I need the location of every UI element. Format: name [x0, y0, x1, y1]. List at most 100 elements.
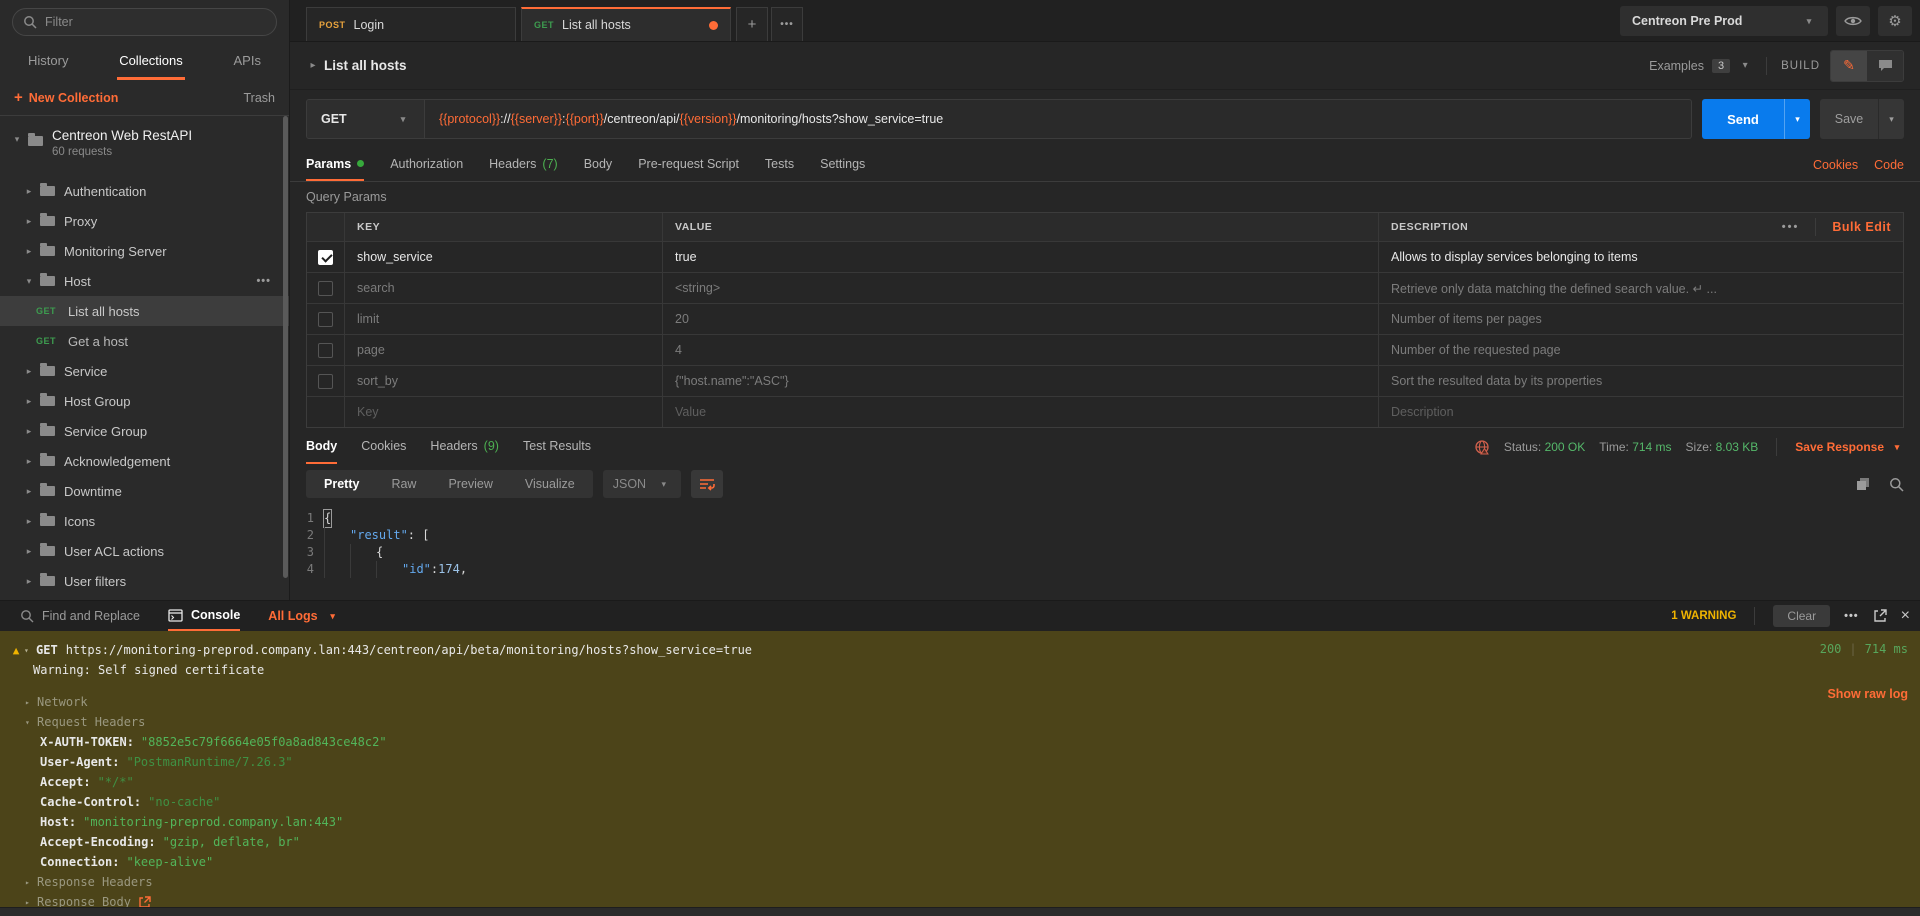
response-tab-body[interactable]: Body	[306, 430, 337, 464]
close-console-button[interactable]: ×	[1901, 607, 1910, 625]
sidebar-scrollbar[interactable]	[283, 116, 288, 578]
collapse-caret-icon[interactable]: ▸	[306, 60, 320, 71]
trash-button[interactable]: Trash	[244, 91, 276, 105]
param-checkbox[interactable]	[318, 281, 333, 296]
param-value-cell[interactable]: {"host.name":"ASC"}	[663, 366, 1379, 396]
caret-icon[interactable]: ▸	[22, 426, 36, 437]
examples-dropdown[interactable]: Examples 3 ▾	[1649, 59, 1752, 73]
save-button[interactable]: Save	[1820, 99, 1878, 139]
bulk-edit-button[interactable]: Bulk Edit	[1832, 220, 1891, 234]
caret-icon[interactable]: ▸	[22, 246, 36, 257]
environment-selector[interactable]: Centreon Pre Prod ▾	[1620, 6, 1828, 36]
caret-icon[interactable]: ▸	[25, 898, 37, 907]
save-dropdown[interactable]: ▾	[1878, 99, 1904, 139]
sidebar-item-get-a-host[interactable]: GETGet a host	[0, 326, 289, 356]
sidebar-tab-history[interactable]: History	[26, 44, 70, 80]
sidebar-item-icons[interactable]: ▸Icons	[0, 506, 289, 536]
param-value-cell[interactable]: 4	[663, 335, 1379, 365]
tab-settings[interactable]: Settings	[820, 148, 865, 181]
param-description-cell[interactable]: Number of the requested page	[1379, 335, 1903, 365]
tab-headers[interactable]: Headers(7)	[489, 148, 558, 181]
url-input[interactable]: {{protocol}}://{{server}}:{{port}}/centr…	[425, 100, 1691, 138]
format-selector[interactable]: JSON ▾	[603, 470, 681, 498]
console-section-network[interactable]: ▸Network	[0, 692, 1920, 712]
new-tab-button[interactable]: +	[736, 7, 768, 41]
caret-icon[interactable]: ▸	[22, 486, 36, 497]
settings-button[interactable]: ⚙	[1878, 6, 1912, 36]
caret-icon[interactable]: ▾	[24, 646, 36, 655]
sidebar-item-user-acl-actions[interactable]: ▸User ACL actions	[0, 536, 289, 566]
param-key-cell[interactable]: page	[345, 335, 663, 365]
sidebar-item-user-filters[interactable]: ▸User filters	[0, 566, 289, 596]
send-button[interactable]: Send	[1702, 99, 1784, 139]
sidebar-item-list-all-hosts[interactable]: GETList all hosts	[0, 296, 289, 326]
tab-body[interactable]: Body	[584, 148, 613, 181]
param-description-cell[interactable]: Number of items per pages	[1379, 304, 1903, 334]
sidebar-item-acknowledgement[interactable]: ▸Acknowledgement	[0, 446, 289, 476]
tab-pre-request-script[interactable]: Pre-request Script	[638, 148, 739, 181]
edit-mode-button[interactable]: ✎	[1831, 51, 1867, 81]
response-tab-test-results[interactable]: Test Results	[523, 430, 591, 464]
caret-icon[interactable]: ▸	[22, 456, 36, 467]
tab-options-button[interactable]: •••	[771, 7, 803, 41]
code-link[interactable]: Code	[1874, 158, 1904, 172]
console-more-button[interactable]: •••	[1844, 610, 1859, 622]
response-tab-headers[interactable]: Headers(9)	[430, 430, 499, 464]
sidebar-item-monitoring-server[interactable]: ▸Monitoring Server	[0, 236, 289, 266]
console-section-request-headers[interactable]: ▾Request Headers	[0, 712, 1920, 732]
filter-input[interactable]: Filter	[12, 8, 277, 36]
wrap-text-button[interactable]	[691, 470, 723, 498]
caret-icon[interactable]: ▸	[22, 366, 36, 377]
param-key-cell[interactable]: sort_by	[345, 366, 663, 396]
sidebar-item-host-group[interactable]: ▸Host Group	[0, 386, 289, 416]
view-pretty[interactable]: Pretty	[308, 472, 375, 496]
caret-icon[interactable]: ▾	[25, 718, 37, 727]
sidebar-tab-apis[interactable]: APIs	[232, 44, 263, 80]
request-tab-login[interactable]: POSTLogin	[306, 7, 516, 41]
request-tab-list-all-hosts[interactable]: GETList all hosts	[521, 7, 731, 41]
tab-tests[interactable]: Tests	[765, 148, 794, 181]
caret-icon[interactable]: ▸	[22, 546, 36, 557]
console-request-line[interactable]: ▲▾GEThttps://monitoring-preprod.company.…	[0, 640, 1920, 660]
view-preview[interactable]: Preview	[432, 472, 508, 496]
param-checkbox[interactable]	[318, 374, 333, 389]
param-description-cell[interactable]: Retrieve only data matching the defined …	[1379, 273, 1903, 303]
network-warning-icon[interactable]	[1474, 439, 1490, 455]
console-log[interactable]: ▲▾GEThttps://monitoring-preprod.company.…	[0, 631, 1920, 916]
copy-button[interactable]	[1856, 477, 1871, 492]
cookies-link[interactable]: Cookies	[1813, 158, 1858, 172]
caret-icon[interactable]: ▸	[25, 698, 37, 707]
view-visualize[interactable]: Visualize	[509, 472, 591, 496]
sidebar-tab-collections[interactable]: Collections	[117, 44, 185, 80]
open-in-new-window-button[interactable]	[1873, 609, 1887, 623]
param-key-cell[interactable]: show_service	[345, 242, 663, 272]
response-body-viewer[interactable]: 1{2"result": [3{4"id": 174,	[290, 504, 1920, 600]
tab-params[interactable]: Params	[306, 148, 364, 181]
find-and-replace-button[interactable]: Find and Replace	[20, 601, 140, 631]
method-selector[interactable]: GET ▾	[307, 100, 425, 138]
send-dropdown[interactable]: ▾	[1784, 99, 1810, 139]
caret-icon[interactable]: ▾	[22, 276, 36, 287]
console-tab[interactable]: Console	[168, 601, 240, 631]
collection-root[interactable]: ▾Centreon Web RestAPI60 requests	[0, 122, 289, 176]
comment-button[interactable]	[1867, 51, 1903, 81]
console-section-response-headers[interactable]: ▸Response Headers	[0, 872, 1920, 892]
param-key-cell[interactable]: Key	[345, 397, 663, 427]
clear-console-button[interactable]: Clear	[1773, 605, 1830, 627]
param-key-cell[interactable]: search	[345, 273, 663, 303]
response-tab-cookies[interactable]: Cookies	[361, 430, 406, 464]
param-checkbox[interactable]	[318, 343, 333, 358]
param-checkbox[interactable]	[318, 312, 333, 327]
sidebar-item-service-group[interactable]: ▸Service Group	[0, 416, 289, 446]
sidebar-item-host[interactable]: ▾Host•••	[0, 266, 289, 296]
param-value-cell[interactable]: true	[663, 242, 1379, 272]
environment-quick-look-button[interactable]	[1836, 6, 1870, 36]
param-value-cell[interactable]: Value	[663, 397, 1379, 427]
caret-icon[interactable]: ▸	[22, 516, 36, 527]
param-description-cell[interactable]: Sort the resulted data by its properties	[1379, 366, 1903, 396]
log-filter-dropdown[interactable]: All Logs ▾	[268, 601, 339, 631]
caret-icon[interactable]: ▸	[22, 396, 36, 407]
param-description-cell[interactable]: Allows to display services belonging to …	[1379, 242, 1903, 272]
new-collection-button[interactable]: +New Collection	[14, 89, 118, 106]
tab-authorization[interactable]: Authorization	[390, 148, 463, 181]
